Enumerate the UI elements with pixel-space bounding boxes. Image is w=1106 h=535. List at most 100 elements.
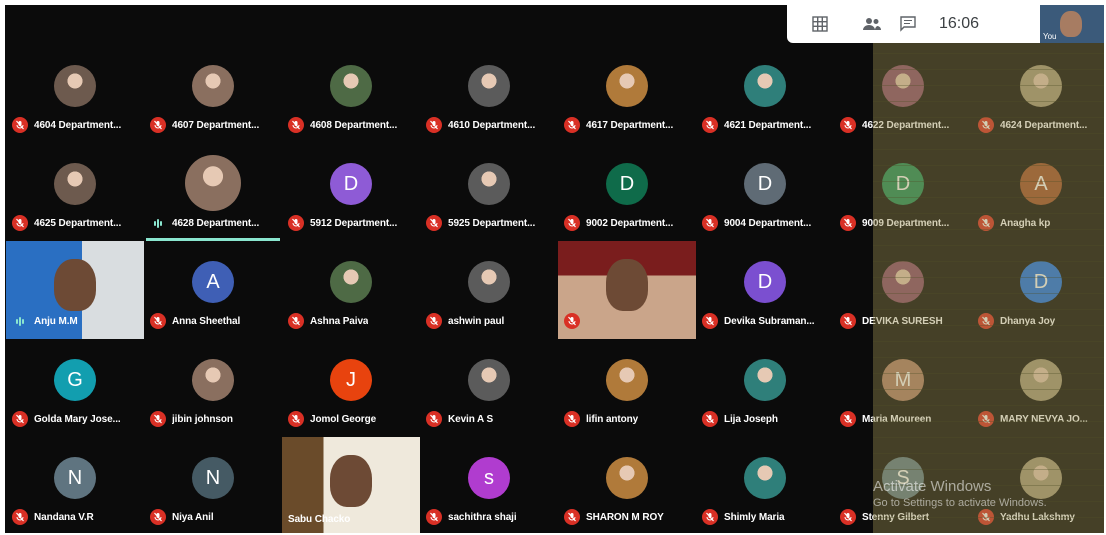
participant-video-face	[54, 259, 96, 311]
participant-avatar	[744, 65, 786, 107]
participant-tile[interactable]: D 5912 Department...	[282, 143, 420, 241]
participant-tile[interactable]: D Devika Subraman...	[696, 241, 834, 339]
mic-off-icon	[288, 117, 304, 133]
participant-tile[interactable]: Ashna Paiva	[282, 241, 420, 339]
self-view-tile[interactable]: You	[1040, 5, 1104, 43]
chat-icon	[900, 16, 916, 32]
participant-tile[interactable]: A Anna Sheethal	[144, 241, 282, 339]
participant-tile[interactable]: lifin antony	[558, 339, 696, 437]
participant-name: Sabu Chacko	[288, 514, 351, 525]
participant-tile[interactable]: jibin johnson	[144, 339, 282, 437]
people-button[interactable]	[857, 9, 887, 39]
speaking-indicator-icon	[150, 215, 166, 231]
participant-nameplate: 4625 Department...	[12, 215, 142, 231]
participant-avatar	[744, 457, 786, 499]
participant-nameplate: Kevin A S	[426, 411, 556, 427]
participant-tile[interactable]: 4617 Department...	[558, 45, 696, 143]
mic-off-icon	[564, 313, 580, 329]
mic-off-icon	[288, 313, 304, 329]
participant-name: Ashna Paiva	[310, 315, 369, 327]
participant-nameplate: Stenny Gilbert	[840, 509, 970, 525]
self-view-label: You	[1043, 32, 1057, 41]
participant-nameplate: Maria Moureen	[840, 411, 970, 427]
participant-avatar	[192, 65, 234, 107]
participant-tile[interactable]: D 9009 Department...	[834, 143, 972, 241]
participant-nameplate: 9009 Department...	[840, 215, 970, 231]
participant-avatar	[468, 163, 510, 205]
grid-layout-button[interactable]	[805, 9, 835, 39]
participant-nameplate: Jomol George	[288, 411, 418, 427]
mic-off-icon	[702, 411, 718, 427]
participant-nameplate	[564, 313, 694, 329]
participant-tile[interactable]: 4610 Department...	[420, 45, 558, 143]
participant-tile[interactable]: 5925 Department...	[420, 143, 558, 241]
participant-tile[interactable]: D Dhanya Joy	[972, 241, 1104, 339]
mic-off-icon	[426, 215, 442, 231]
participant-tile[interactable]: N Niya Anil	[144, 437, 282, 533]
participant-name: 4607 Department...	[172, 119, 260, 131]
participant-avatar: M	[882, 359, 924, 401]
participant-tile[interactable]: J Jomol George	[282, 339, 420, 437]
participant-tile[interactable]: 4621 Department...	[696, 45, 834, 143]
participant-avatar: N	[54, 457, 96, 499]
participant-avatar	[1020, 359, 1062, 401]
participant-nameplate: Devika Subraman...	[702, 313, 832, 329]
participant-tile[interactable]: Sabu Chacko	[282, 437, 420, 533]
participant-nameplate: Anju M.M	[12, 313, 142, 329]
participant-tile[interactable]: Lija Joseph	[696, 339, 834, 437]
participant-avatar: G	[54, 359, 96, 401]
participant-name: Golda Mary Jose...	[34, 413, 121, 425]
participant-tile[interactable]: G Golda Mary Jose...	[6, 339, 144, 437]
clock: 16:06	[939, 15, 980, 32]
mic-off-icon	[702, 509, 718, 525]
participant-avatar	[606, 457, 648, 499]
participant-name: 4628 Department...	[172, 217, 260, 229]
participant-name: Anagha kp	[1000, 217, 1051, 229]
mic-off-icon	[702, 117, 718, 133]
participant-tile[interactable]: Anju M.M	[6, 241, 144, 339]
mic-off-icon	[978, 411, 994, 427]
participant-tile[interactable]: 4608 Department...	[282, 45, 420, 143]
participant-tile[interactable]: A Anagha kp	[972, 143, 1104, 241]
participant-tile[interactable]: SHARON M ROY	[558, 437, 696, 533]
participant-name: Kevin A S	[448, 413, 494, 425]
participant-avatar: D	[330, 163, 372, 205]
participant-name: Niya Anil	[172, 511, 214, 523]
participant-tile[interactable]: MARY NEVYA JO...	[972, 339, 1104, 437]
participant-tile[interactable]: s sachithra shaji	[420, 437, 558, 533]
participant-tile[interactable]: DEVIKA SURESH	[834, 241, 972, 339]
participant-tile[interactable]: 4604 Department...	[6, 45, 144, 143]
participant-tile[interactable]: Shimly Maria	[696, 437, 834, 533]
participant-nameplate: 4608 Department...	[288, 117, 418, 133]
participant-avatar	[468, 65, 510, 107]
participant-nameplate: 4624 Department...	[978, 117, 1104, 133]
participant-name: Anju M.M	[34, 315, 78, 327]
participant-nameplate: Anna Sheethal	[150, 313, 280, 329]
participant-tile[interactable]: N Nandana V.R	[6, 437, 144, 533]
top-toolbar: 16:06	[787, 5, 1040, 43]
participant-tile[interactable]: 4622 Department...	[834, 45, 972, 143]
participant-name: 4617 Department...	[586, 119, 674, 131]
participant-tile[interactable]: D 9004 Department...	[696, 143, 834, 241]
participant-name: ashwin paul	[448, 315, 505, 327]
participant-video-face	[606, 259, 648, 311]
participant-tile[interactable]: D 9002 Department...	[558, 143, 696, 241]
participant-tile[interactable]: M Maria Moureen	[834, 339, 972, 437]
mic-off-icon	[564, 509, 580, 525]
participant-name: 5912 Department...	[310, 217, 398, 229]
participant-tile[interactable]	[558, 241, 696, 339]
participant-tile[interactable]: 4607 Department...	[144, 45, 282, 143]
participant-avatar: N	[192, 457, 234, 499]
participant-tile[interactable]: 4625 Department...	[6, 143, 144, 241]
participant-tile[interactable]: Kevin A S	[420, 339, 558, 437]
participant-nameplate: 4617 Department...	[564, 117, 694, 133]
participant-tile[interactable]: 4628 Department...	[144, 143, 282, 241]
participant-nameplate: SHARON M ROY	[564, 509, 694, 525]
participant-tile[interactable]: ashwin paul	[420, 241, 558, 339]
participant-avatar	[744, 359, 786, 401]
mic-off-icon	[978, 509, 994, 525]
participant-tile[interactable]: 4624 Department...	[972, 45, 1104, 143]
participant-nameplate: 5912 Department...	[288, 215, 418, 231]
participant-name: DEVIKA SURESH	[862, 315, 943, 327]
chat-button[interactable]	[893, 9, 923, 39]
